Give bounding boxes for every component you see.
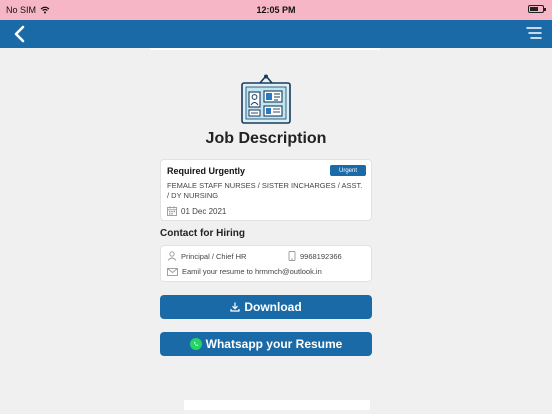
job-card: Required Urgently Urgent FEMALE STAFF NU… [160, 159, 372, 221]
contact-person-row: Principal / Chief HR [167, 251, 246, 261]
status-bar: No SIM 12:05 PM [0, 0, 552, 20]
download-label: Download [244, 300, 302, 314]
battery-icon [528, 5, 546, 13]
bottom-edge-bar [184, 400, 370, 410]
contact-email: Eamil your resume to hrmmch@outlook.in [182, 267, 322, 276]
urgent-badge: Urgent [330, 165, 366, 176]
job-date-row: 01 Dec 2021 [167, 206, 226, 216]
contact-email-row[interactable]: Eamil your resume to hrmmch@outlook.in [167, 267, 322, 276]
chevron-left-icon [14, 25, 25, 43]
status-time: 12:05 PM [256, 5, 296, 15]
filter-menu-button[interactable] [526, 26, 542, 40]
contact-card: Principal / Chief HR 9968192366 Eamil yo… [160, 245, 372, 282]
back-button[interactable] [10, 24, 30, 44]
envelope-icon [167, 267, 178, 276]
scroll-edge-divider [150, 48, 380, 50]
contact-heading: Contact for Hiring [160, 228, 245, 239]
page-title: Job Description [205, 130, 327, 147]
job-date: 01 Dec 2021 [181, 206, 227, 216]
job-positions: FEMALE STAFF NURSES / SISTER INCHARGES /… [167, 181, 363, 200]
contact-phone: 9968192366 [300, 251, 342, 261]
whatsapp-icon [189, 338, 202, 350]
job-heading: Required Urgently [167, 166, 246, 176]
whatsapp-resume-button[interactable]: Whatsapp your Resume [160, 332, 372, 356]
download-button[interactable]: Download [160, 295, 372, 319]
filter-menu-icon [526, 27, 542, 39]
job-board-icon [241, 74, 291, 124]
contact-phone-row[interactable]: 9968192366 [288, 251, 342, 261]
person-icon [167, 251, 177, 261]
phone-icon [288, 251, 296, 261]
contact-person: Principal / Chief HR [181, 251, 247, 261]
download-icon [230, 302, 240, 312]
whatsapp-label: Whatsapp your Resume [205, 337, 343, 351]
calendar-icon [167, 206, 177, 216]
nav-bar [0, 20, 552, 48]
